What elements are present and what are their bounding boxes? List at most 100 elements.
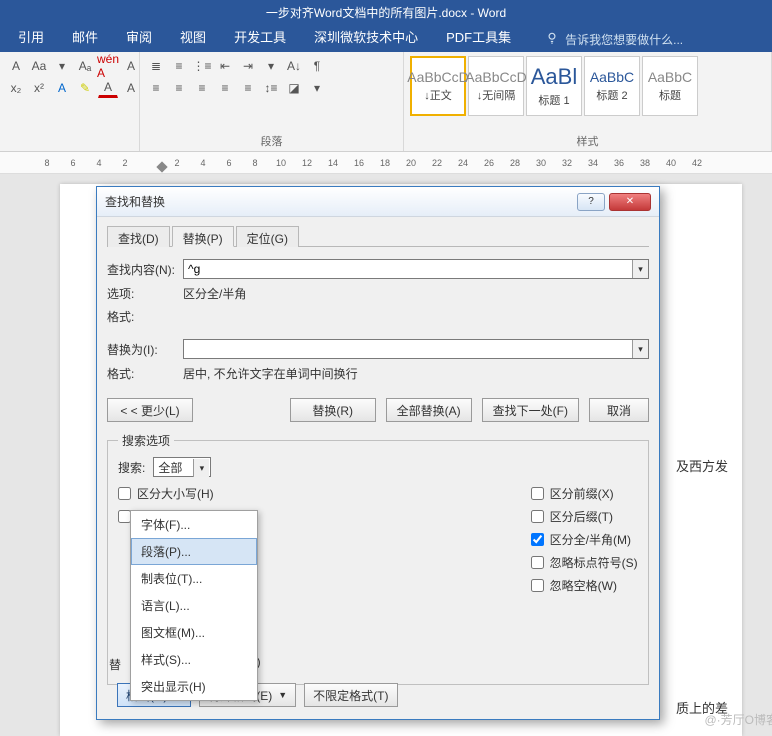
tab-developer[interactable]: 开发工具 — [220, 21, 300, 52]
font-size-icon[interactable]: A — [6, 56, 26, 76]
group-font: A Aa ▾ Aₐ wénA A x₂ x² A ✎ A A — [0, 52, 140, 151]
align-dist-icon[interactable]: ≡ — [238, 78, 258, 98]
ruler-tick: 22 — [424, 158, 450, 168]
watermark-text: @·芳厅O博客 — [704, 711, 772, 728]
align-right-icon[interactable]: ≡ — [192, 78, 212, 98]
tab-find[interactable]: 查找(D) — [107, 226, 170, 247]
multilevel-icon[interactable]: ⋮≡ — [192, 56, 212, 76]
ruler-tick: 42 — [684, 158, 710, 168]
ruler-tick: 12 — [294, 158, 320, 168]
align-center-icon[interactable]: ≡ — [169, 78, 189, 98]
text-dir-icon[interactable]: ▾ — [261, 56, 281, 76]
ruler-tick: 16 — [346, 158, 372, 168]
style-nospacing[interactable]: AaBbCcD ↓无间隔 — [468, 56, 524, 116]
ruler-tick: 26 — [476, 158, 502, 168]
tab-replace[interactable]: 替换(P) — [172, 226, 234, 247]
borders-icon[interactable]: ▾ — [307, 78, 327, 98]
search-options-legend: 搜索选项 — [118, 432, 174, 449]
char-border-icon[interactable]: A — [121, 56, 141, 76]
superscript-icon[interactable]: x² — [29, 78, 49, 98]
strike-icon[interactable]: x₂ — [6, 78, 26, 98]
find-label: 查找内容(N): — [107, 261, 183, 278]
font-size2-icon[interactable]: Aa — [29, 56, 49, 76]
text-fx-icon[interactable]: A — [52, 78, 72, 98]
replace-button[interactable]: 替换(R) — [290, 398, 376, 422]
chevron-down-icon[interactable]: ▾ — [52, 56, 72, 76]
indent-inc-icon[interactable]: ⇥ — [238, 56, 258, 76]
style-normal[interactable]: AaBbCcD ↓正文 — [410, 56, 466, 116]
tab-pdf[interactable]: PDF工具集 — [432, 21, 525, 52]
replace-all-button[interactable]: 全部替换(A) — [386, 398, 472, 422]
group-label-styles: 样式 — [410, 131, 765, 151]
char-shading-icon[interactable]: A — [121, 78, 141, 98]
shading-icon[interactable]: ◪ — [284, 78, 304, 98]
showmarks-icon[interactable]: ¶ — [307, 56, 327, 76]
tab-mailings[interactable]: 邮件 — [58, 21, 112, 52]
numbering-icon[interactable]: ≡ — [169, 56, 189, 76]
replace-dropdown-icon[interactable]: ▾ — [632, 340, 648, 358]
less-button[interactable]: < < 更少(L) — [107, 398, 193, 422]
format-menu-item[interactable]: 制表位(T)... — [131, 565, 257, 592]
format-menu-item[interactable]: 突出显示(H) — [131, 673, 257, 700]
chk-fullhalf[interactable]: 区分全/半角(M) — [531, 531, 638, 548]
indent-dec-icon[interactable]: ⇤ — [215, 56, 235, 76]
tell-me-placeholder: 告诉我您想要做什么... — [565, 31, 683, 48]
align-left-icon[interactable]: ≡ — [146, 78, 166, 98]
ruler-tick: 32 — [554, 158, 580, 168]
sort-icon[interactable]: A↓ — [284, 56, 304, 76]
tab-sztech[interactable]: 深圳微软技术中心 — [300, 21, 432, 52]
chk-match-case[interactable]: 区分大小写(H) — [118, 485, 261, 502]
ruler-tick: 8 — [242, 158, 268, 168]
line-spacing-icon[interactable]: ↕≡ — [261, 78, 281, 98]
close-button[interactable]: ✕ — [609, 193, 651, 211]
format-menu-item[interactable]: 样式(S)... — [131, 646, 257, 673]
cancel-button[interactable]: 取消 — [589, 398, 649, 422]
format-menu-item[interactable]: 图文框(M)... — [131, 619, 257, 646]
ruler-tick: 8 — [34, 158, 60, 168]
chk-prefix[interactable]: 区分前缀(X) — [531, 485, 638, 502]
group-label-paragraph: 段落 — [146, 131, 397, 151]
no-format-button[interactable]: 不限定格式(T) — [304, 683, 397, 707]
ribbon: A Aa ▾ Aₐ wénA A x₂ x² A ✎ A A ≣ ≡ ⋮≡ — [0, 52, 772, 152]
tab-view[interactable]: 视图 — [166, 21, 220, 52]
lightbulb-icon — [545, 31, 559, 48]
replace-section-label: 替 — [109, 656, 121, 673]
tell-me-search[interactable]: 告诉我您想要做什么... — [537, 27, 691, 52]
replace-input[interactable] — [183, 339, 649, 359]
dialog-titlebar[interactable]: 查找和替换 ? ✕ — [97, 187, 659, 217]
find-next-button[interactable]: 查找下一处(F) — [482, 398, 579, 422]
find-input[interactable] — [183, 259, 649, 279]
group-paragraph: ≣ ≡ ⋮≡ ⇤ ⇥ ▾ A↓ ¶ ≡ ≡ ≡ ≡ ≡ ↕≡ ◪ ▾ 段落 — [140, 52, 404, 151]
caret-down-icon: ▼ — [278, 690, 287, 700]
chk-ignore-punct[interactable]: 忽略标点符号(S) — [531, 554, 638, 571]
ruler-tick: 2 — [112, 158, 138, 168]
phonetic-icon[interactable]: wénA — [98, 56, 118, 76]
find-dropdown-icon[interactable]: ▾ — [632, 260, 648, 278]
bullets-icon[interactable]: ≣ — [146, 56, 166, 76]
format-menu-item[interactable]: 字体(F)... — [131, 511, 257, 538]
ruler-tick: 34 — [580, 158, 606, 168]
ruler-tick: 40 — [658, 158, 684, 168]
highlight-icon[interactable]: ✎ — [75, 78, 95, 98]
style-title[interactable]: AaBbC 标题 — [642, 56, 698, 116]
font-color-icon[interactable]: A — [98, 78, 118, 98]
horizontal-ruler[interactable]: 8642246810121416182022242628303234363840… — [0, 152, 772, 174]
format-menu-item[interactable]: 段落(P)... — [131, 538, 257, 565]
help-button[interactable]: ? — [577, 193, 605, 211]
dialog-title: 查找和替换 — [105, 193, 165, 210]
chk-suffix[interactable]: 区分后缀(T) — [531, 508, 638, 525]
chevron-down-icon[interactable]: ▾ — [193, 459, 209, 477]
ruler-tick: 18 — [372, 158, 398, 168]
tab-review[interactable]: 审阅 — [112, 21, 166, 52]
style-heading1[interactable]: AaBl 标题 1 — [526, 56, 582, 116]
align-justify-icon[interactable]: ≡ — [215, 78, 235, 98]
search-direction-label: 搜索: — [118, 459, 145, 476]
options-value: 区分全/半角 — [183, 285, 649, 302]
tab-references[interactable]: 引用 — [4, 21, 58, 52]
clear-format-icon[interactable]: Aₐ — [75, 56, 95, 76]
chk-ignore-space[interactable]: 忽略空格(W) — [531, 577, 638, 594]
search-direction-select[interactable]: 全部 ▾ — [153, 457, 211, 477]
format-menu-item[interactable]: 语言(L)... — [131, 592, 257, 619]
tab-goto[interactable]: 定位(G) — [236, 226, 299, 247]
style-heading2[interactable]: AaBbC 标题 2 — [584, 56, 640, 116]
